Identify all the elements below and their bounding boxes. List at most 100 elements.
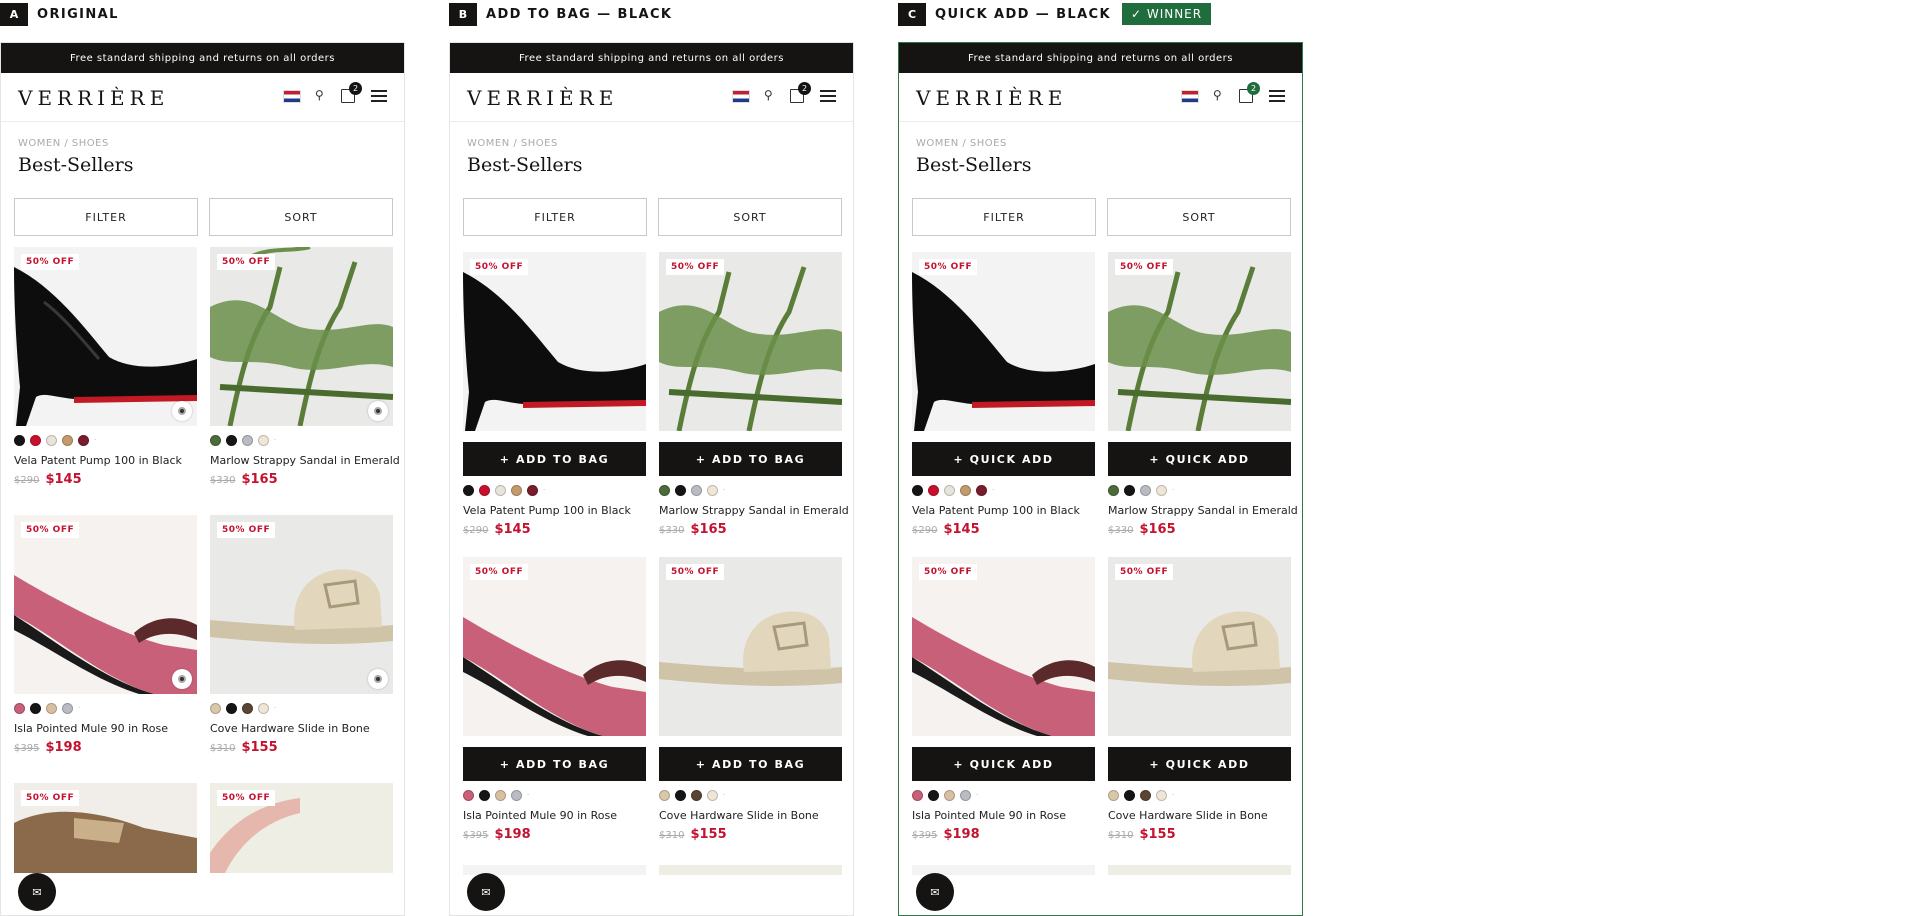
chat-icon[interactable]: ✉ [467,873,505,911]
product-name[interactable]: Isla Pointed Mule 90 in Rose [463,809,646,822]
swatch[interactable] [960,484,971,496]
product-image[interactable]: 50% OFF [14,515,197,694]
swatch[interactable] [479,789,490,801]
sort-button[interactable]: SORT [1107,198,1291,236]
filter-button[interactable]: FILTER [463,198,647,236]
chat-icon[interactable]: ✉ [18,873,56,911]
swatch[interactable] [242,702,253,714]
product-card[interactable]: 50% OFF + QUICK ADD · Cove Hardware Slid… [1108,557,1291,842]
quick-view-icon[interactable] [368,669,388,689]
product-image[interactable]: 50% OFF [463,252,646,431]
add-to-bag-button[interactable]: + ADD TO BAG [659,747,842,781]
chat-icon[interactable]: ✉ [916,873,954,911]
swatch[interactable] [928,789,939,801]
swatch[interactable] [30,702,41,714]
product-card[interactable] [659,865,842,875]
product-name[interactable]: Cove Hardware Slide in Bone [1108,809,1291,822]
swatch[interactable] [258,434,269,446]
swatch[interactable] [511,789,522,801]
swatch[interactable] [691,789,702,801]
product-name[interactable]: Marlow Strappy Sandal in Emerald [1108,504,1298,517]
add-to-bag-button[interactable]: + ADD TO BAG [463,747,646,781]
product-image[interactable]: 50% OFF [659,557,842,736]
filter-button[interactable]: FILTER [912,198,1096,236]
swatch[interactable] [14,434,25,446]
swatch[interactable] [30,434,41,446]
breadcrumb[interactable]: WOMEN / SHOES [467,138,558,149]
product-name[interactable]: Cove Hardware Slide in Bone [659,809,842,822]
swatch[interactable] [46,702,57,714]
swatch[interactable] [78,434,89,446]
swatch[interactable] [976,484,987,496]
product-image[interactable]: 50% OFF [1108,557,1291,736]
hamburger-menu-icon[interactable] [1269,90,1285,102]
breadcrumb[interactable]: WOMEN / SHOES [916,138,1007,149]
product-card[interactable]: 50% OFF · Marlow Strappy Sandal in Emera… [210,247,400,487]
swatch[interactable] [1124,484,1135,496]
swatch[interactable] [1140,789,1151,801]
swatch[interactable] [495,789,506,801]
swatch[interactable] [511,484,522,496]
product-image[interactable]: 50% OFF [463,557,646,736]
hamburger-menu-icon[interactable] [820,90,836,102]
hamburger-menu-icon[interactable] [371,90,387,102]
swatch[interactable] [527,484,538,496]
product-name[interactable]: Isla Pointed Mule 90 in Rose [912,809,1095,822]
add-to-bag-button[interactable]: + ADD TO BAG [659,442,842,476]
swatch[interactable] [479,484,490,496]
swatch[interactable] [691,484,702,496]
sort-button[interactable]: SORT [658,198,842,236]
add-to-bag-button[interactable]: + ADD TO BAG [463,442,646,476]
swatch[interactable] [707,789,718,801]
product-image[interactable]: 50% OFF [912,557,1095,736]
search-icon[interactable]: ⚲ [764,88,773,102]
swatch[interactable] [226,434,237,446]
product-card[interactable] [1108,865,1291,875]
product-card[interactable]: 50% OFF + ADD TO BAG · Isla Pointed Mule… [463,557,646,842]
product-image[interactable] [659,865,842,875]
swatch[interactable] [62,434,73,446]
swatch[interactable] [960,789,971,801]
breadcrumb[interactable]: WOMEN / SHOES [18,138,109,149]
product-image[interactable]: 50% OFF [210,247,393,426]
product-card[interactable]: 50% OFF [14,783,197,873]
swatch[interactable] [675,484,686,496]
country-flag-icon[interactable] [732,90,750,103]
swatch[interactable] [707,484,718,496]
product-name[interactable]: Isla Pointed Mule 90 in Rose [14,722,197,735]
product-image[interactable]: 50% OFF [210,783,393,873]
product-name[interactable]: Vela Patent Pump 100 in Black [463,504,646,517]
product-card[interactable]: 50% OFF + ADD TO BAG · Cove Hardware Sli… [659,557,842,842]
swatch[interactable] [226,702,237,714]
product-card[interactable]: 50% OFF + QUICK ADD · Marlow Strappy San… [1108,252,1298,537]
quick-add-button[interactable]: + QUICK ADD [912,747,1095,781]
swatch[interactable] [463,484,474,496]
product-name[interactable]: Marlow Strappy Sandal in Emerald [210,454,400,467]
product-name[interactable]: Marlow Strappy Sandal in Emerald [659,504,849,517]
swatch[interactable] [1156,484,1167,496]
swatch[interactable] [242,434,253,446]
swatch[interactable] [463,789,474,801]
product-image[interactable] [1108,865,1291,875]
search-icon[interactable]: ⚲ [315,88,324,102]
product-name[interactable]: Vela Patent Pump 100 in Black [912,504,1095,517]
product-card[interactable]: 50% OFF + ADD TO BAG · Vela Patent Pump … [463,252,646,537]
search-icon[interactable]: ⚲ [1213,88,1222,102]
product-card[interactable]: 50% OFF + ADD TO BAG · Marlow Strappy Sa… [659,252,849,537]
brand-logo[interactable]: VERRIÈRE [18,86,169,110]
product-card[interactable]: 50% OFF · Vela Patent Pump 100 in Black … [14,247,197,487]
quick-view-icon[interactable] [172,669,192,689]
product-card[interactable]: 50% OFF + QUICK ADD · Vela Patent Pump 1… [912,252,1095,537]
swatch[interactable] [1108,484,1119,496]
product-image[interactable]: 50% OFF [14,247,197,426]
product-name[interactable]: Cove Hardware Slide in Bone [210,722,393,735]
swatch[interactable] [659,484,670,496]
country-flag-icon[interactable] [1181,90,1199,103]
product-card[interactable]: 50% OFF + QUICK ADD · Isla Pointed Mule … [912,557,1095,842]
sort-button[interactable]: SORT [209,198,393,236]
product-image[interactable]: 50% OFF [659,252,842,431]
swatch[interactable] [258,702,269,714]
swatch[interactable] [210,434,221,446]
quick-add-button[interactable]: + QUICK ADD [1108,747,1291,781]
quick-view-icon[interactable] [172,401,192,421]
